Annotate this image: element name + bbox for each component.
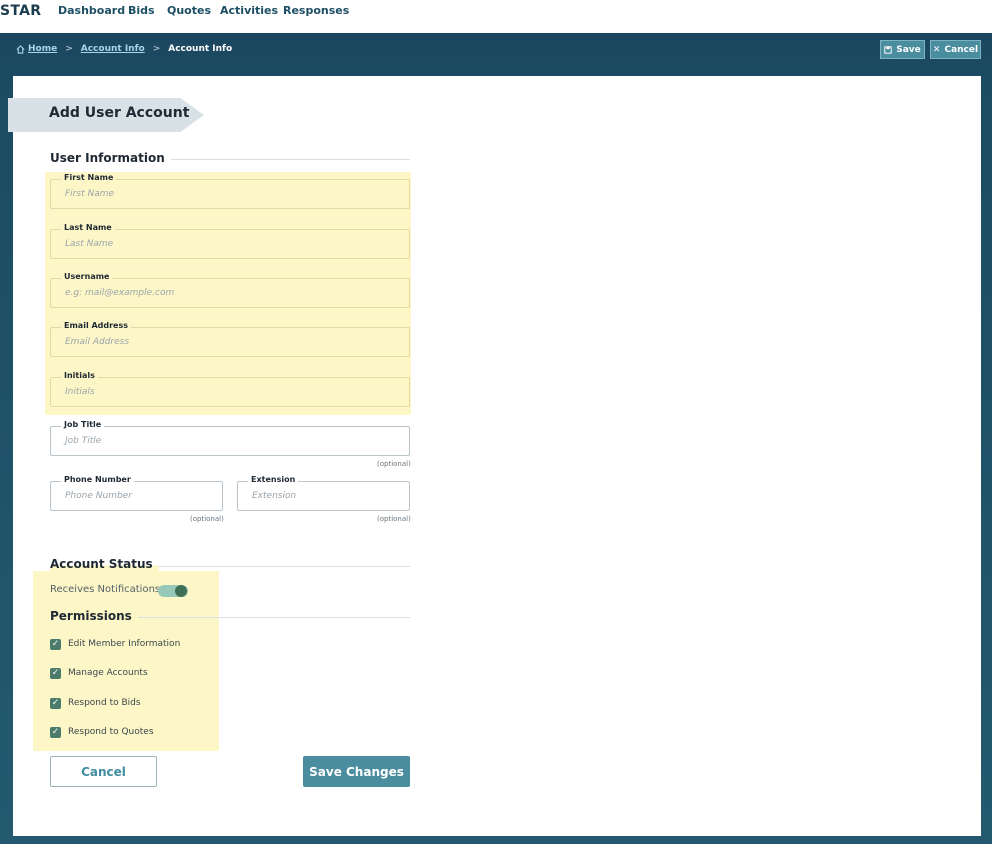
first-name-placeholder: First Name (65, 189, 115, 199)
breadcrumb-separator: > (65, 44, 73, 54)
permission-label: Manage Accounts (68, 668, 148, 678)
nav-activities[interactable]: Activities (220, 4, 278, 17)
last-name-label: Last Name (61, 223, 115, 232)
check-icon: ✓ (51, 698, 60, 708)
permissions-heading: Permissions (50, 609, 138, 623)
permission-label: Respond to Quotes (68, 727, 154, 737)
breadcrumb-separator: > (152, 44, 161, 54)
phone-number-placeholder: Phone Number (65, 491, 132, 501)
checkbox-manage-accounts[interactable]: ✓ (50, 668, 61, 679)
last-name-placeholder: Last Name (65, 239, 114, 249)
username-placeholder: e.g: mail@example.com (65, 288, 175, 298)
nav-dashboard[interactable]: Dashboard (58, 4, 125, 17)
extension-optional-note: (optional) (377, 515, 411, 523)
breadcrumb-home-link[interactable]: Home (28, 44, 57, 54)
nav-responses[interactable]: Responses (283, 4, 349, 17)
nav-quotes[interactable]: Quotes (167, 4, 211, 17)
phone-number-label: Phone Number (61, 475, 134, 484)
breadcrumb: Home > Account Info > Account Info (16, 44, 232, 54)
extension-placeholder: Extension (252, 491, 297, 501)
close-icon: ✕ (932, 44, 941, 55)
email-field[interactable]: Email Address Email Address (50, 321, 410, 357)
top-nav: STAR Dashboard Bids Quotes Activities Re… (0, 0, 992, 33)
cancel-button[interactable]: Cancel (50, 756, 157, 787)
home-icon[interactable] (16, 44, 25, 54)
save-changes-button[interactable]: Save Changes (303, 756, 410, 787)
username-label: Username (61, 272, 113, 281)
email-placeholder: Email Address (65, 337, 130, 347)
permission-label: Edit Member Information (68, 639, 181, 649)
account-status-heading: Account Status (50, 557, 159, 571)
checkbox-respond-to-quotes[interactable]: ✓ (50, 727, 61, 738)
toggle-knob (175, 585, 187, 597)
initials-label: Initials (61, 371, 98, 380)
floppy-disk-icon (884, 45, 892, 54)
notifications-toggle[interactable] (158, 585, 188, 597)
check-icon: ✓ (51, 668, 60, 678)
breadcrumb-account-info-link[interactable]: Account Info (81, 44, 145, 54)
header-cancel-button[interactable]: ✕ Cancel (930, 40, 981, 59)
page-title: Add User Account (49, 105, 190, 121)
header-save-button[interactable]: Save (880, 40, 925, 59)
job-title-placeholder: Job Title (65, 436, 102, 446)
nav-bids[interactable]: Bids (128, 4, 155, 17)
user-info-heading: User Information (50, 151, 171, 165)
last-name-field[interactable]: Last Name Last Name (50, 223, 410, 259)
logo: STAR (0, 3, 42, 19)
initials-placeholder: Initials (65, 387, 95, 397)
phone-number-field[interactable]: Phone Number Phone Number (50, 475, 223, 511)
extension-label: Extension (248, 475, 299, 484)
initials-field[interactable]: Initials Initials (50, 371, 410, 407)
check-icon: ✓ (51, 639, 60, 649)
username-field[interactable]: Username e.g: mail@example.com (50, 272, 410, 308)
checkbox-edit-member-information[interactable]: ✓ (50, 639, 61, 650)
permission-label: Respond to Bids (68, 698, 141, 708)
extension-field[interactable]: Extension Extension (237, 475, 410, 511)
job-title-optional-note: (optional) (377, 460, 411, 468)
first-name-label: First Name (61, 173, 117, 182)
job-title-field[interactable]: Job Title Job Title (50, 420, 410, 456)
breadcrumb-current: Account Info (168, 44, 233, 54)
header-save-label: Save (896, 44, 921, 55)
checkbox-respond-to-bids[interactable]: ✓ (50, 698, 61, 709)
job-title-label: Job Title (61, 420, 105, 429)
highlight-status-permissions (33, 571, 219, 751)
notifications-label: Receives Notifications (50, 584, 161, 595)
email-label: Email Address (61, 321, 132, 330)
first-name-field[interactable]: First Name First Name (50, 173, 410, 209)
header-cancel-label: Cancel (944, 44, 979, 55)
phone-optional-note: (optional) (190, 515, 224, 523)
check-icon: ✓ (51, 727, 60, 737)
